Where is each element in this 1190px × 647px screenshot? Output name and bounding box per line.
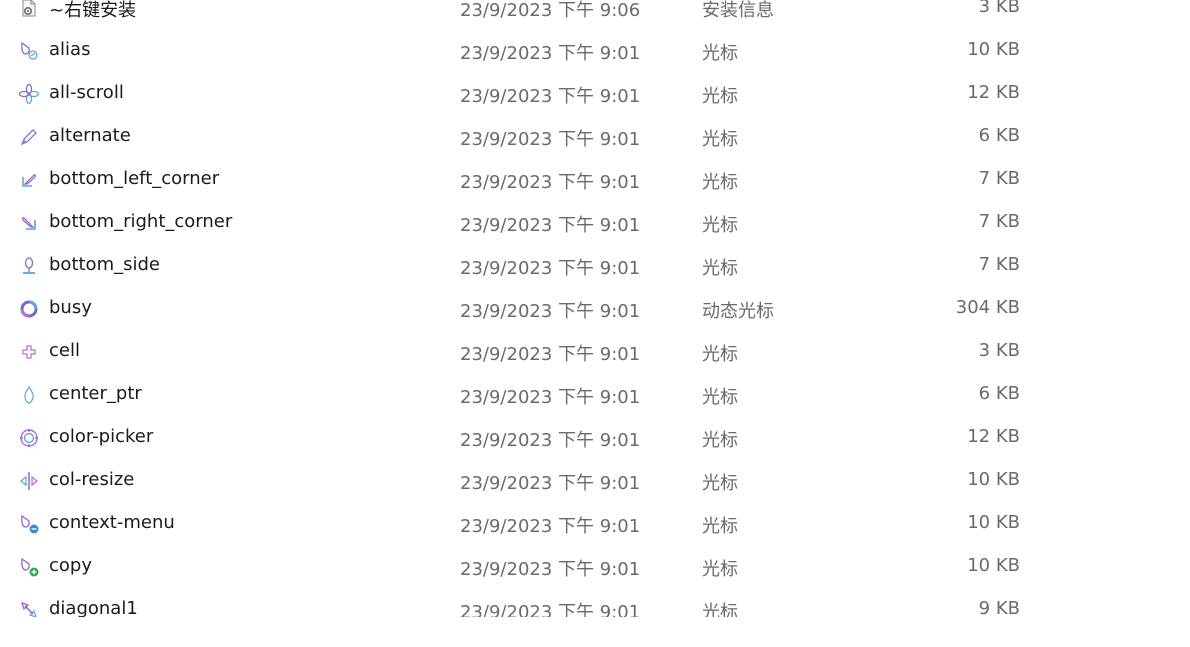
copy-cursor-icon — [21, 557, 39, 577]
file-date: 23/9/2023 下午 9:01 — [460, 602, 641, 617]
file-type: 动态光标 — [702, 301, 774, 322]
file-name: cell — [49, 340, 80, 361]
bottom-right-corner-cursor-icon — [22, 217, 36, 230]
file-date: 23/9/2023 下午 9:01 — [460, 559, 641, 580]
file-date: 23/9/2023 下午 9:01 — [460, 215, 641, 236]
file-size: 7 KB — [978, 168, 1020, 189]
file-type: 安装信息 — [702, 0, 774, 21]
file-row[interactable]: alternate 23/9/2023 下午 9:01 光标 6 KB — [0, 115, 1190, 158]
file-type: 光标 — [702, 602, 738, 617]
file-type: 光标 — [702, 215, 738, 236]
file-row[interactable]: ~右键安装 23/9/2023 下午 9:06 安装信息 3 KB — [0, 0, 1190, 29]
cell-cross-cursor-icon — [22, 345, 36, 359]
file-row[interactable]: col-resize 23/9/2023 下午 9:01 光标 10 KB — [0, 459, 1190, 502]
file-size: 10 KB — [967, 39, 1020, 60]
file-name: color-picker — [49, 426, 154, 447]
file-date: 23/9/2023 下午 9:01 — [460, 258, 641, 279]
file-date: 23/9/2023 下午 9:06 — [460, 0, 641, 21]
file-row[interactable]: cell 23/9/2023 下午 9:01 光标 3 KB — [0, 330, 1190, 373]
file-type: 光标 — [702, 559, 738, 580]
file-name: context-menu — [49, 512, 175, 533]
file-type: 光标 — [702, 473, 738, 494]
alias-cursor-icon — [21, 41, 38, 60]
color-picker-cursor-icon — [20, 429, 38, 447]
file-list-viewport: ~右键安装 23/9/2023 下午 9:06 安装信息 3 KB alias … — [0, 0, 1190, 617]
file-name: bottom_left_corner — [49, 168, 220, 189]
file-size: 3 KB — [978, 340, 1020, 361]
file-row[interactable]: diagonal1 23/9/2023 下午 9:01 光标 9 KB — [0, 588, 1190, 617]
file-type: 光标 — [702, 516, 738, 537]
file-row[interactable]: context-menu 23/9/2023 下午 9:01 光标 10 KB — [0, 502, 1190, 545]
file-name: col-resize — [49, 469, 135, 490]
file-row[interactable]: alias 23/9/2023 下午 9:01 光标 10 KB — [0, 29, 1190, 72]
file-size: 7 KB — [978, 211, 1020, 232]
bottom-left-corner-cursor-icon — [22, 174, 36, 187]
file-list: ~右键安装 23/9/2023 下午 9:06 安装信息 3 KB alias … — [0, 0, 1190, 617]
file-name: alias — [49, 39, 91, 60]
file-date: 23/9/2023 下午 9:01 — [460, 43, 641, 64]
file-date: 23/9/2023 下午 9:01 — [460, 473, 641, 494]
file-date: 23/9/2023 下午 9:01 — [460, 430, 641, 451]
file-size: 3 KB — [978, 0, 1020, 17]
file-type: 光标 — [702, 258, 738, 279]
file-size: 7 KB — [978, 254, 1020, 275]
file-date: 23/9/2023 下午 9:01 — [460, 387, 641, 408]
file-row[interactable]: copy 23/9/2023 下午 9:01 光标 10 KB — [0, 545, 1190, 588]
file-type: 光标 — [702, 86, 738, 107]
file-date: 23/9/2023 下午 9:01 — [460, 86, 641, 107]
file-date: 23/9/2023 下午 9:01 — [460, 129, 641, 150]
file-row[interactable]: color-picker 23/9/2023 下午 9:01 光标 12 KB — [0, 416, 1190, 459]
file-date: 23/9/2023 下午 9:01 — [460, 516, 641, 537]
file-name: busy — [49, 297, 92, 318]
file-size: 304 KB — [955, 297, 1020, 318]
file-name: center_ptr — [49, 383, 142, 404]
busy-ring-cursor-icon — [20, 300, 38, 318]
file-name: bottom_right_corner — [49, 211, 233, 232]
file-row[interactable]: all-scroll 23/9/2023 下午 9:01 光标 12 KB — [0, 72, 1190, 115]
file-size: 6 KB — [978, 383, 1020, 404]
context-menu-cursor-icon — [21, 514, 39, 534]
file-name: copy — [49, 555, 92, 576]
all-scroll-cursor-icon — [18, 83, 40, 105]
file-type: 光标 — [702, 43, 738, 64]
file-type: 光标 — [702, 430, 738, 451]
file-type: 光标 — [702, 129, 738, 150]
file-date: 23/9/2023 下午 9:01 — [460, 172, 641, 193]
file-name: ~右键安装 — [49, 0, 137, 21]
file-date: 23/9/2023 下午 9:01 — [460, 301, 641, 322]
diagonal-resize-cursor-icon — [21, 602, 37, 617]
file-size: 10 KB — [967, 469, 1020, 490]
file-date: 23/9/2023 下午 9:01 — [460, 344, 641, 365]
file-row[interactable]: bottom_side 23/9/2023 下午 9:01 光标 7 KB — [0, 244, 1190, 287]
file-name: all-scroll — [49, 82, 124, 103]
file-size: 10 KB — [967, 512, 1020, 533]
file-row[interactable]: center_ptr 23/9/2023 下午 9:01 光标 6 KB — [0, 373, 1190, 416]
center-pointer-cursor-icon — [24, 385, 34, 404]
file-type: 光标 — [702, 344, 738, 365]
file-row[interactable]: busy 23/9/2023 下午 9:01 动态光标 304 KB — [0, 287, 1190, 330]
file-type: 光标 — [702, 172, 738, 193]
file-size: 6 KB — [978, 125, 1020, 146]
file-type: 光标 — [702, 387, 738, 408]
file-name: diagonal1 — [49, 598, 138, 617]
file-size: 12 KB — [967, 82, 1020, 103]
file-size: 10 KB — [967, 555, 1020, 576]
file-name: bottom_side — [49, 254, 160, 275]
file-row[interactable]: bottom_left_corner 23/9/2023 下午 9:01 光标 … — [0, 158, 1190, 201]
file-size: 9 KB — [978, 598, 1020, 617]
col-resize-cursor-icon — [20, 472, 38, 490]
file-size: 12 KB — [967, 426, 1020, 447]
bottom-side-cursor-icon — [23, 257, 35, 274]
file-row[interactable]: bottom_right_corner 23/9/2023 下午 9:01 光标… — [0, 201, 1190, 244]
pen-cursor-icon — [20, 129, 37, 146]
setup-info-icon — [22, 0, 36, 17]
file-name: alternate — [49, 125, 131, 146]
